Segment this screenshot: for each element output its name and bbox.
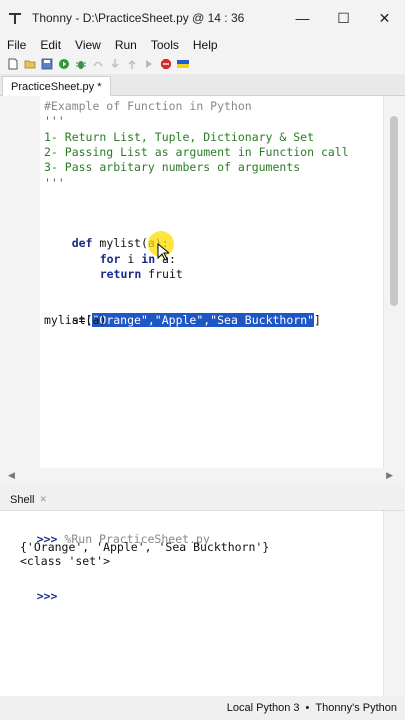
code-line-6[interactable]: ''' bbox=[44, 176, 65, 191]
shell-output-1: {'Orange', 'Apple', 'Sea Buckthorn'} bbox=[20, 540, 270, 554]
shell-vertical-scrollbar[interactable] bbox=[383, 511, 405, 697]
step-out-icon[interactable] bbox=[126, 58, 138, 70]
code-editor[interactable]: 123456789101112131415161718192021222324 … bbox=[0, 96, 405, 468]
shell-output-2: <class 'set'> bbox=[20, 554, 111, 568]
editor-scroll-thumb[interactable] bbox=[390, 116, 398, 306]
status-bar: Local Python 3 • Thonny's Python bbox=[0, 696, 405, 720]
interpreter-label[interactable]: Local Python 3 bbox=[227, 702, 300, 714]
resume-icon[interactable] bbox=[143, 58, 155, 70]
python-name-label[interactable]: Thonny's Python bbox=[315, 702, 397, 714]
menu-help[interactable]: Help bbox=[186, 38, 225, 52]
editor-vertical-scrollbar[interactable] bbox=[383, 96, 405, 468]
run-icon[interactable] bbox=[58, 58, 70, 70]
tab-practicesheet[interactable]: PracticeSheet.py * bbox=[2, 76, 111, 96]
assignment-suffix: ] bbox=[314, 312, 321, 327]
shell-input-line[interactable]: >>> bbox=[9, 575, 58, 617]
stop-icon[interactable] bbox=[160, 58, 172, 70]
shell-tab-bar: Shell ✕ bbox=[0, 488, 405, 510]
mouse-pointer-icon bbox=[157, 243, 169, 261]
minimize-button[interactable]: — bbox=[282, 0, 323, 36]
window-title: Thonny - D:\PracticeSheet.py @ 14 : 36 bbox=[32, 11, 245, 25]
menu-bar: File Edit View Run Tools Help bbox=[0, 36, 405, 54]
menu-view[interactable]: View bbox=[68, 38, 108, 52]
shell-prompt-active: >>> bbox=[36, 589, 58, 603]
ukraine-flag-icon[interactable] bbox=[177, 58, 189, 70]
line-number-gutter bbox=[0, 96, 40, 468]
toolbar bbox=[0, 54, 405, 74]
scroll-right-icon[interactable]: ▶ bbox=[386, 468, 393, 482]
menu-tools[interactable]: Tools bbox=[144, 38, 186, 52]
code-line-1[interactable]: #Example of Function in Python bbox=[44, 99, 252, 114]
close-tab-icon[interactable]: ✕ bbox=[39, 494, 47, 505]
menu-edit[interactable]: Edit bbox=[33, 38, 68, 52]
new-file-icon[interactable] bbox=[7, 58, 19, 70]
maximize-button[interactable]: ☐ bbox=[323, 0, 364, 36]
close-button[interactable]: ✕ bbox=[364, 0, 405, 36]
menu-file[interactable]: File bbox=[0, 38, 33, 52]
code-line-2[interactable]: ''' bbox=[44, 114, 65, 129]
debug-icon[interactable] bbox=[75, 58, 87, 70]
menu-run[interactable]: Run bbox=[108, 38, 144, 52]
editor-horizontal-scrollbar[interactable]: ◀ ▶ bbox=[0, 468, 405, 482]
thonny-app-icon bbox=[8, 11, 22, 25]
code-line-3[interactable]: 1- Return List, Tuple, Dictionary & Set bbox=[44, 130, 314, 145]
code-line-14[interactable]: a=["Orange","Apple","Sea Buckthorn"] bbox=[44, 298, 321, 327]
code-line-5[interactable]: 3- Pass arbitary numbers of arguments bbox=[44, 160, 300, 175]
save-icon[interactable] bbox=[41, 58, 53, 70]
status-separator: • bbox=[305, 702, 310, 714]
return-value: fruit bbox=[141, 267, 183, 281]
code-line-4[interactable]: 2- Passing List as argument in Function … bbox=[44, 145, 349, 160]
scroll-left-icon[interactable]: ◀ bbox=[8, 468, 15, 482]
selected-text[interactable]: "Orange","Apple","Sea Buckthorn" bbox=[92, 312, 315, 327]
code-line-15[interactable]: mylist(a) bbox=[44, 313, 106, 328]
step-over-icon[interactable] bbox=[92, 58, 104, 70]
title-bar: Thonny - D:\PracticeSheet.py @ 14 : 36 —… bbox=[0, 0, 405, 36]
open-folder-icon[interactable] bbox=[24, 58, 36, 70]
shell-tab-label: Shell bbox=[10, 493, 35, 506]
keyword-return: return bbox=[99, 267, 142, 281]
tab-shell[interactable]: Shell ✕ bbox=[2, 489, 56, 510]
shell-panel[interactable]: >>> %Run PracticeSheet.py {'Orange', 'Ap… bbox=[0, 510, 405, 697]
code-line-9[interactable]: def mylist(a): bbox=[44, 221, 169, 250]
step-into-icon[interactable] bbox=[109, 58, 121, 70]
editor-tab-bar: PracticeSheet.py * bbox=[0, 74, 405, 96]
window-controls: — ☐ ✕ bbox=[282, 0, 405, 36]
